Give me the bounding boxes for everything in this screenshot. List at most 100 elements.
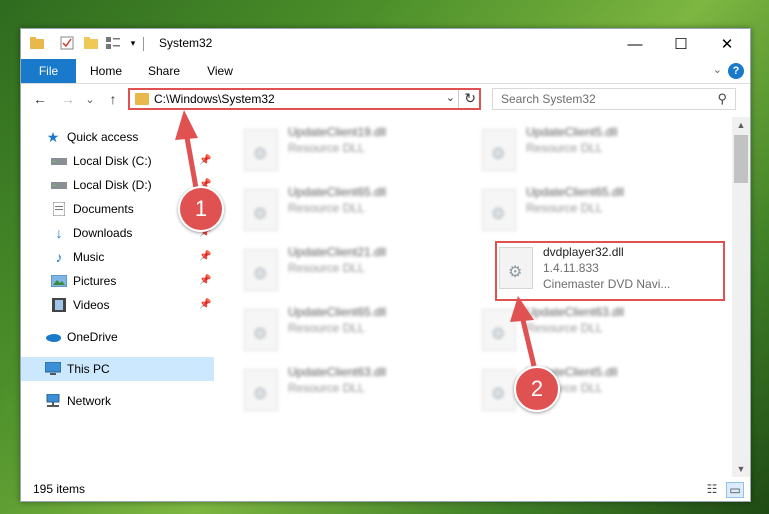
- explorer-window: ▾ System32 — ☐ ✕ File Home Share View ⌄ …: [20, 28, 751, 502]
- address-dropdown-icon[interactable]: ⌄: [446, 91, 455, 104]
- sidebar-item-pictures[interactable]: Pictures: [51, 269, 116, 293]
- star-icon: ★: [46, 128, 60, 145]
- sidebar-item-label: Videos: [73, 298, 110, 312]
- sidebar-item-downloads[interactable]: ↓ Downloads: [51, 221, 133, 245]
- file-item[interactable]: ⚙ UpdateClient65.dll Resource DLL: [474, 181, 702, 235]
- properties-icon[interactable]: [59, 35, 75, 51]
- file-item[interactable]: ⚙ UpdateClient21.dll Resource DLL: [236, 241, 464, 295]
- title-separator: [143, 37, 144, 51]
- scroll-up-icon[interactable]: ▲: [732, 117, 750, 133]
- computer-icon: [45, 361, 61, 377]
- sidebar-item-label: Network: [67, 394, 112, 408]
- view-options-icon[interactable]: [105, 35, 121, 51]
- minimize-button[interactable]: —: [612, 29, 658, 59]
- tab-share[interactable]: Share: [141, 59, 187, 83]
- dll-file-icon: ⚙: [244, 129, 278, 171]
- dll-file-icon: ⚙: [482, 369, 516, 411]
- file-item[interactable]: ⚙ UpdateClient65.dll Resource DLL: [236, 181, 464, 235]
- sidebar-item-label: Music: [73, 250, 105, 264]
- tab-file[interactable]: File: [21, 59, 76, 83]
- large-icons-view-icon[interactable]: ▭: [726, 482, 744, 498]
- address-path[interactable]: C:\Windows\System32: [154, 92, 275, 106]
- folder-icon[interactable]: [29, 35, 45, 51]
- file-item[interactable]: ⚙ UpdateClient5.dll Resource DLL: [474, 121, 702, 175]
- file-highlight-box: [495, 241, 725, 301]
- file-item[interactable]: ⚙ UpdateClient65.dll Resource DLL: [236, 301, 464, 355]
- search-box[interactable]: Search System32 ⚲: [492, 88, 736, 110]
- title-bar: ▾ System32 — ☐ ✕: [21, 29, 750, 59]
- details-view-icon[interactable]: ☷: [704, 482, 720, 496]
- sidebar-item-label: Local Disk (C:): [73, 154, 152, 168]
- navigation-pane: ★ Quick access Local Disk (C:) 📌 Local D…: [21, 117, 214, 477]
- drive-icon: [51, 153, 67, 169]
- sidebar-item-music[interactable]: ♪ Music: [51, 245, 105, 269]
- new-folder-icon[interactable]: [83, 35, 99, 51]
- step-1-badge: 1: [178, 186, 224, 232]
- file-item[interactable]: ⚙ UpdateClient63.dll Resource DLL: [236, 361, 464, 415]
- sidebar-item-label: Documents: [73, 202, 134, 216]
- file-item[interactable]: ⚙ UpdateClient63.dll Resource DLL: [474, 301, 702, 355]
- folder-icon: [135, 93, 149, 105]
- drive-icon: [51, 177, 67, 193]
- downloads-icon: ↓: [55, 225, 63, 241]
- refresh-icon[interactable]: ↻: [464, 90, 476, 107]
- pin-icon[interactable]: 📌: [199, 275, 211, 286]
- videos-icon: [51, 297, 67, 313]
- sidebar-item-label: Quick access: [67, 130, 139, 144]
- file-list: ⚙ UpdateClient19.dll Resource DLL ⚙ Upda…: [214, 117, 732, 477]
- customize-toolbar-icon[interactable]: ▾: [125, 35, 141, 51]
- sidebar-item-label: Local Disk (D:): [73, 178, 152, 192]
- dll-file-icon: ⚙: [244, 189, 278, 231]
- sidebar-item-network[interactable]: Network: [45, 389, 111, 413]
- sidebar-item-local-disk-c[interactable]: Local Disk (C:): [51, 149, 152, 173]
- sidebar-item-documents[interactable]: Documents: [51, 197, 134, 221]
- network-icon: [45, 393, 61, 409]
- ribbon: File Home Share View ⌄ ?: [21, 59, 750, 84]
- sidebar-item-onedrive[interactable]: OneDrive: [45, 325, 118, 349]
- file-item[interactable]: ⚙ UpdateClient19.dll Resource DLL: [236, 121, 464, 175]
- help-icon[interactable]: ?: [728, 63, 744, 79]
- dll-file-icon: ⚙: [244, 249, 278, 291]
- step-2-badge: 2: [514, 366, 560, 412]
- sidebar-item-label: Pictures: [73, 274, 117, 288]
- tab-home[interactable]: Home: [83, 59, 129, 83]
- sidebar-item-local-disk-d[interactable]: Local Disk (D:): [51, 173, 152, 197]
- back-button[interactable]: ←: [29, 90, 51, 108]
- sidebar-item-label: This PC: [67, 362, 110, 376]
- cloud-icon: [45, 329, 61, 345]
- sidebar-item-this-pc[interactable]: This PC: [45, 357, 110, 381]
- sidebar-item-quick-access[interactable]: ★ Quick access: [45, 125, 139, 149]
- scroll-down-icon[interactable]: ▼: [732, 461, 750, 477]
- search-input[interactable]: Search System32: [501, 92, 596, 106]
- vertical-scrollbar[interactable]: ▲ ▼: [732, 117, 750, 477]
- address-bar[interactable]: C:\Windows\System32 ⌄ ↻: [128, 88, 481, 110]
- recent-locations-button[interactable]: ⌄: [83, 90, 97, 108]
- status-bar: 195 items ☷ ▭: [21, 477, 750, 501]
- sidebar-item-videos[interactable]: Videos: [51, 293, 109, 317]
- search-icon[interactable]: ⚲: [717, 91, 727, 107]
- sidebar-item-label: Downloads: [73, 226, 133, 240]
- pictures-icon: [51, 273, 67, 289]
- pin-icon[interactable]: 📌: [199, 251, 211, 262]
- forward-button[interactable]: →: [57, 90, 79, 108]
- documents-icon: [51, 201, 67, 217]
- address-separator: [458, 90, 459, 108]
- pin-icon[interactable]: 📌: [199, 299, 211, 310]
- dll-file-icon: ⚙: [244, 309, 278, 351]
- up-button[interactable]: ↑: [103, 90, 123, 108]
- navigation-bar: ← → ⌄ ↑ C:\Windows\System32 ⌄ ↻ Search S…: [21, 84, 750, 116]
- tab-view[interactable]: View: [197, 59, 243, 83]
- maximize-button[interactable]: ☐: [658, 29, 704, 59]
- pin-icon[interactable]: 📌: [199, 155, 211, 166]
- sidebar-item-label: OneDrive: [67, 330, 118, 344]
- item-count: 195 items: [33, 482, 86, 496]
- close-button[interactable]: ✕: [704, 29, 750, 59]
- expand-ribbon-icon[interactable]: ⌄: [713, 63, 722, 76]
- dll-file-icon: ⚙: [482, 189, 516, 231]
- scroll-thumb[interactable]: [734, 135, 748, 183]
- window-title: System32: [159, 36, 213, 50]
- dll-file-icon: ⚙: [244, 369, 278, 411]
- dll-file-icon: ⚙: [482, 309, 516, 351]
- file-item[interactable]: ⚙ UpdateClient5.dll Resource DLL: [474, 361, 702, 415]
- music-icon: ♪: [55, 249, 63, 265]
